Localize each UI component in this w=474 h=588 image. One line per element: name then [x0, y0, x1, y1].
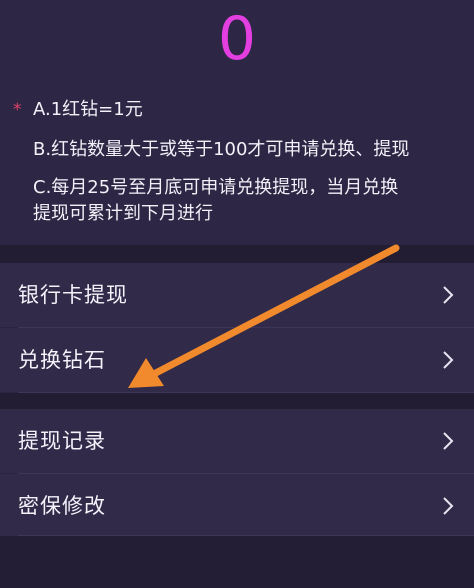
note-schedule-line-2: 提现可累计到下月进行: [33, 203, 213, 224]
section-gap: [0, 245, 474, 263]
menu-item-withdraw-records[interactable]: 提现记录: [0, 409, 474, 473]
chevron-right-icon: [443, 432, 454, 450]
balance-value: 0: [217, 4, 257, 74]
info-panel: 0 * A.1红钻=1元 B.红钻数量大于或等于100才可申请兑换、提现 C.每…: [0, 0, 474, 245]
menu-item-label: 密保修改: [18, 494, 106, 518]
note-schedule-line-1: C.每月25号至月底可申请兑换提现，当月兑换: [33, 177, 399, 198]
menu-item-bank-withdraw[interactable]: 银行卡提现: [0, 263, 474, 327]
menu-item-security-settings[interactable]: 密保修改: [0, 474, 474, 538]
bottom-area: [0, 536, 474, 588]
note-exchange-rate: A.1红钻=1元: [33, 99, 143, 120]
chevron-right-icon: [443, 286, 454, 304]
menu-item-label: 兑换钻石: [18, 348, 106, 372]
menu-item-exchange-diamonds[interactable]: 兑换钻石: [0, 328, 474, 392]
menu-item-label: 提现记录: [18, 429, 106, 453]
menu-item-label: 银行卡提现: [18, 283, 128, 307]
section-gap: [0, 393, 474, 409]
required-star-icon: *: [13, 100, 22, 120]
chevron-right-icon: [443, 497, 454, 515]
chevron-right-icon: [443, 351, 454, 369]
note-minimum-amount: B.红钻数量大于或等于100才可申请兑换、提现: [33, 139, 410, 160]
